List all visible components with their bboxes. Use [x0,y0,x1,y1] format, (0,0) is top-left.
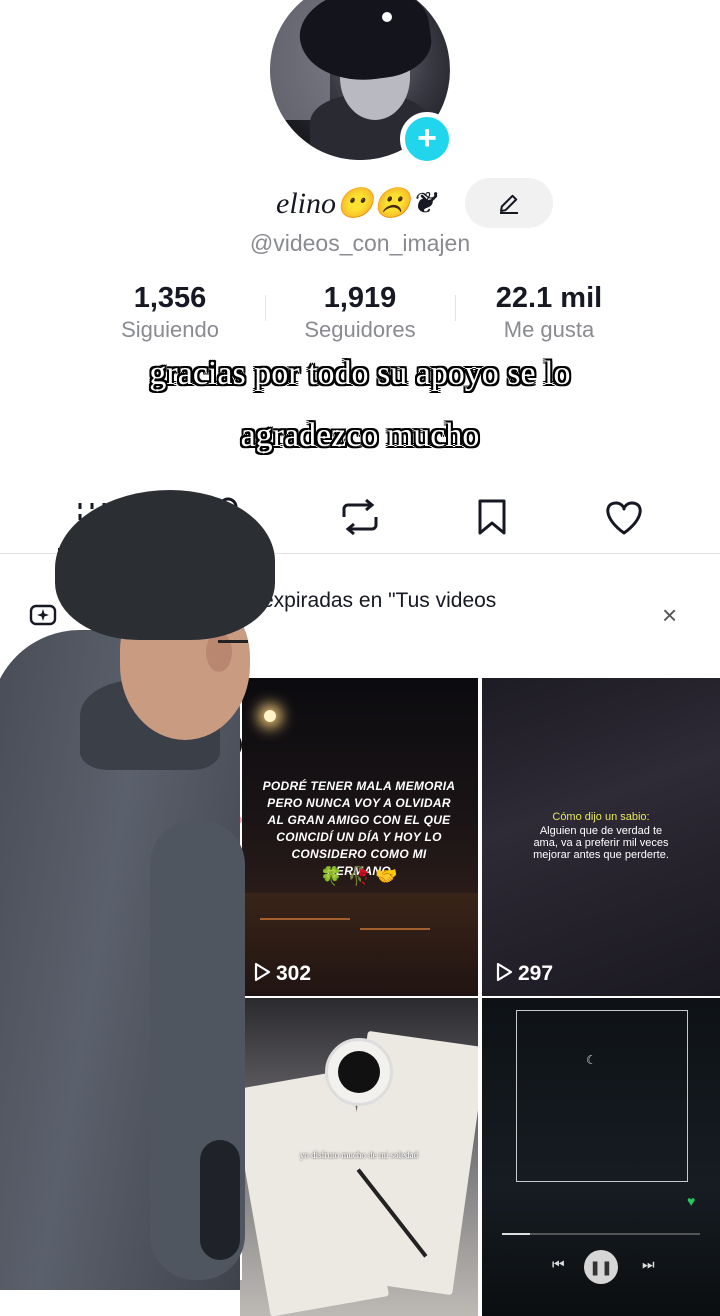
display-name: elino😶☹️❦ [276,187,436,220]
video-tile[interactable]: yo disfruto mucho de mi soledad [240,998,478,1316]
pencil-icon [500,194,518,214]
video-overlay-text: PODRÉ TENER MALA MEMORIA PERO NUNCA VOY … [262,779,456,878]
account-switch-chevron-icon[interactable] [418,186,440,217]
close-icon[interactable]: × [662,600,677,631]
bookmark-icon [478,499,506,535]
frame-outline [516,1010,688,1182]
pause-icon: ❚❚ [584,1250,618,1284]
play-icon [496,962,513,982]
street-lamp [264,710,276,722]
stat-likes-value: 22.1 mil [495,282,603,314]
stat-following[interactable]: 1,356 Siguiendo [70,282,270,343]
add-story-button[interactable]: + [400,112,454,166]
progress-bar [502,1233,700,1235]
tab-reposts[interactable] [330,495,390,539]
overlay-person-video [0,490,275,1290]
view-count: 297 [494,962,553,986]
video-overlay-text: Alguien que de verdad te ama, va a prefe… [533,825,669,861]
tab-liked[interactable] [594,495,654,539]
video-overlay-title: Cómo dijo un sabio: [552,811,650,823]
stat-likes-label: Me gusta [503,317,595,342]
notice-banner-text: expiradas en "Tus videos [262,589,497,612]
person-hand [200,1140,240,1260]
stat-likes[interactable]: 22.1 mil Me gusta [449,282,649,343]
moon-icon: ☾ [586,1053,597,1067]
heart-icon [606,501,642,535]
video-caption-line-2: agradezco mucho [240,417,480,454]
repost-icon [342,498,378,536]
video-caption-line-1: gracias por todo su apoyo se lo [149,355,571,392]
person-hair [55,490,275,640]
tab-favorites[interactable] [462,495,522,539]
person-glasses [218,640,248,653]
video-tile[interactable]: PODRÉ TENER MALA MEMORIA PERO NUNCA VOY … [240,678,478,996]
light-streak [360,928,430,930]
video-overlay-emojis: 🍀 🥀 🤝 [320,866,398,886]
video-overlay-text: yo disfruto mucho de mi soledad [299,1150,419,1160]
stat-followers-value: 1,919 [323,282,397,314]
view-count: 302 [252,962,311,986]
view-count-value: 302 [276,962,312,985]
stat-following-label: Siguiendo [121,317,219,342]
edit-profile-button[interactable] [465,178,553,228]
view-count-value: 297 [518,962,554,985]
stat-followers-label: Seguidores [304,317,416,342]
avatar-highlight [382,12,392,22]
video-tile[interactable]: ☾ ♥ ⏮ ❚❚ ⏭ [482,998,720,1316]
light-streak [260,918,350,920]
green-heart-icon: ♥ [687,1193,696,1209]
next-icon: ⏭ [642,1256,655,1272]
video-tile[interactable]: Cómo dijo un sabio: Alguien que de verda… [482,678,720,996]
previous-icon: ⏮ [552,1256,565,1272]
username: @videos_con_imajen [249,230,471,256]
stat-followers[interactable]: 1,919 Seguidores [260,282,460,343]
coffee-cup [325,1038,393,1106]
stat-following-value: 1,356 [133,282,207,314]
